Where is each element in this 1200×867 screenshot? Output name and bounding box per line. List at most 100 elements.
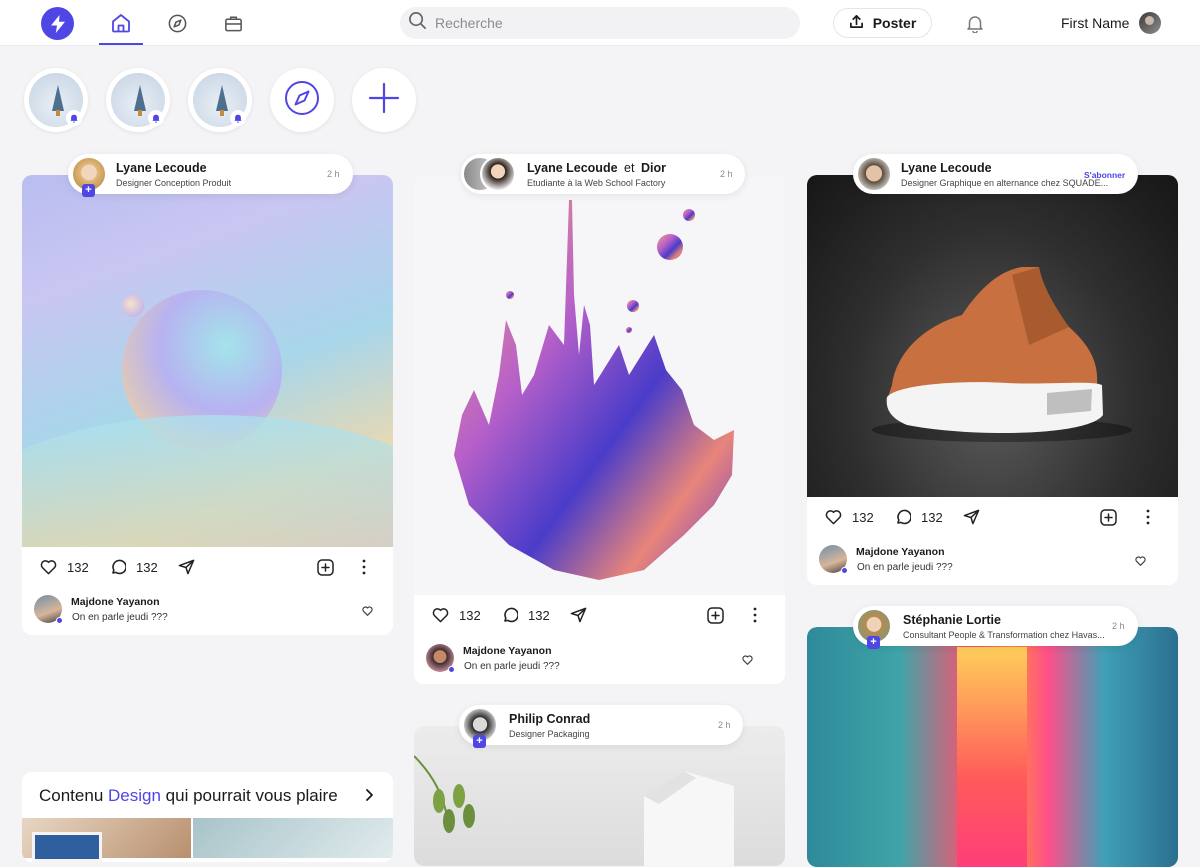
commenter-name[interactable]: Majdone Yayanon xyxy=(856,546,945,558)
more-options-button[interactable] xyxy=(1146,509,1150,525)
story-item[interactable] xyxy=(24,68,88,132)
top-bar: Poster First Name xyxy=(0,0,1200,46)
user-avatar[interactable] xyxy=(1139,12,1161,34)
author-name[interactable]: Stéphanie Lortie xyxy=(903,613,1001,627)
comment-button[interactable]: 132 xyxy=(502,607,550,623)
more-options-button[interactable] xyxy=(362,559,366,575)
milk-carton-art xyxy=(414,755,734,866)
post-image[interactable] xyxy=(414,175,785,595)
search-icon xyxy=(408,11,427,35)
comment-preview[interactable]: Majdone Yayanon On en parle jeudi ??? xyxy=(414,644,785,684)
app-logo-bolt-icon[interactable] xyxy=(41,7,74,40)
follow-plus-badge[interactable]: + xyxy=(473,735,486,748)
author-name[interactable]: Lyane Lecoude xyxy=(116,161,207,175)
coauthor-name[interactable]: Dior xyxy=(641,161,666,175)
more-options-button[interactable] xyxy=(753,607,757,623)
comment-button[interactable]: 132 xyxy=(110,559,158,575)
online-status-dot xyxy=(448,666,455,673)
commenter-name[interactable]: Majdone Yayanon xyxy=(71,596,160,608)
add-square-icon xyxy=(1100,509,1117,526)
commenter-name[interactable]: Majdone Yayanon xyxy=(463,645,552,657)
nav-active-indicator xyxy=(99,43,143,45)
post-image[interactable] xyxy=(22,175,393,547)
author-avatar[interactable] xyxy=(480,156,516,192)
story-item[interactable] xyxy=(188,68,252,132)
suggested-thumbnail[interactable] xyxy=(22,818,191,862)
compass-icon xyxy=(283,79,321,122)
plus-icon xyxy=(367,81,401,120)
story-bell-icon xyxy=(148,110,164,126)
author-name[interactable]: Philip Conrad xyxy=(509,712,590,726)
follow-button[interactable]: S'abonner xyxy=(1084,170,1125,180)
chevron-right-icon[interactable] xyxy=(364,788,374,807)
author-subtitle: Designer Conception Produit xyxy=(116,178,232,188)
author-name[interactable]: Lyane Lecoude xyxy=(901,161,992,175)
explore-stories-button[interactable] xyxy=(270,68,334,132)
jobs-briefcase-icon[interactable] xyxy=(221,11,245,35)
story-item[interactable] xyxy=(106,68,170,132)
more-vertical-icon xyxy=(362,559,366,575)
author-name[interactable]: Lyane Lecoude xyxy=(527,161,618,175)
comment-count: 132 xyxy=(528,607,550,623)
post-author-header[interactable]: + Stéphanie Lortie Consultant People & T… xyxy=(853,606,1138,649)
corridor-light xyxy=(957,647,1027,867)
author-subtitle: Etudiante à la Web School Factory xyxy=(527,178,666,188)
user-name[interactable]: First Name xyxy=(1061,15,1129,31)
like-count: 132 xyxy=(459,607,481,623)
post-author-line: Lyane Lecoude et Dior xyxy=(527,161,666,175)
save-button[interactable] xyxy=(707,607,724,624)
post-button[interactable]: Poster xyxy=(833,8,932,38)
post-author-header[interactable]: Lyane Lecoude et Dior Etudiante à la Web… xyxy=(461,154,745,194)
more-vertical-icon xyxy=(753,607,757,623)
post-button-label: Poster xyxy=(872,15,917,31)
author-connector: et xyxy=(624,161,635,175)
comment-count: 132 xyxy=(136,559,158,575)
like-button[interactable]: 132 xyxy=(825,509,874,525)
sneaker-art xyxy=(872,267,1132,442)
post-card: 132 132 Majdone Yayanon On en parle jeud… xyxy=(22,175,393,635)
post-author-header[interactable]: + Lyane Lecoude Designer Conception Prod… xyxy=(68,154,353,197)
like-button[interactable]: 132 xyxy=(432,607,481,623)
post-time: 2 h xyxy=(327,169,340,179)
follow-plus-badge[interactable]: + xyxy=(82,184,95,197)
comment-like-heart-icon[interactable] xyxy=(742,652,753,670)
post-image[interactable] xyxy=(807,175,1178,497)
section-title-highlight: Design xyxy=(108,786,161,805)
post-actions: 132 132 xyxy=(22,547,393,591)
comment-text: On en parle jeudi ??? xyxy=(72,612,168,623)
add-story-button[interactable] xyxy=(352,68,416,132)
search-input[interactable] xyxy=(435,15,775,31)
save-button[interactable] xyxy=(1100,509,1117,526)
share-button[interactable] xyxy=(570,607,587,623)
suggested-thumbnail[interactable] xyxy=(193,818,393,858)
comment-preview[interactable]: Majdone Yayanon On en parle jeudi ??? xyxy=(807,545,1178,585)
heart-icon xyxy=(40,560,57,575)
author-avatar[interactable] xyxy=(856,156,892,192)
suggested-content-section: Contenu Design qui pourrait vous plaire xyxy=(22,772,393,862)
comment-like-heart-icon[interactable] xyxy=(362,603,373,621)
post-time: 2 h xyxy=(1112,621,1125,631)
home-icon[interactable] xyxy=(109,11,133,35)
post-image[interactable] xyxy=(414,726,785,866)
like-button[interactable]: 132 xyxy=(40,559,89,575)
post-image[interactable] xyxy=(807,627,1178,867)
like-count: 132 xyxy=(67,559,89,575)
section-title-suffix: qui pourrait vous plaire xyxy=(165,786,338,805)
follow-plus-badge[interactable]: + xyxy=(867,636,880,649)
comment-button[interactable]: 132 xyxy=(895,509,943,525)
notifications-bell-icon[interactable] xyxy=(964,12,986,34)
comment-like-heart-icon[interactable] xyxy=(1135,553,1146,571)
explore-compass-icon[interactable] xyxy=(165,11,189,35)
post-author-header[interactable]: + Philip Conrad Designer Packaging 2 h xyxy=(459,705,743,748)
save-button[interactable] xyxy=(317,559,334,576)
post-author-header[interactable]: Lyane Lecoude Designer Graphique en alte… xyxy=(853,154,1138,194)
story-bell-icon xyxy=(66,110,82,126)
online-status-dot xyxy=(56,617,63,624)
search-bar[interactable] xyxy=(400,7,800,39)
comment-preview[interactable]: Majdone Yayanon On en parle jeudi ??? xyxy=(22,595,393,635)
send-icon xyxy=(570,607,587,623)
post-card xyxy=(807,627,1178,867)
wave-shape xyxy=(22,415,393,547)
share-button[interactable] xyxy=(963,509,980,525)
share-button[interactable] xyxy=(178,559,195,575)
